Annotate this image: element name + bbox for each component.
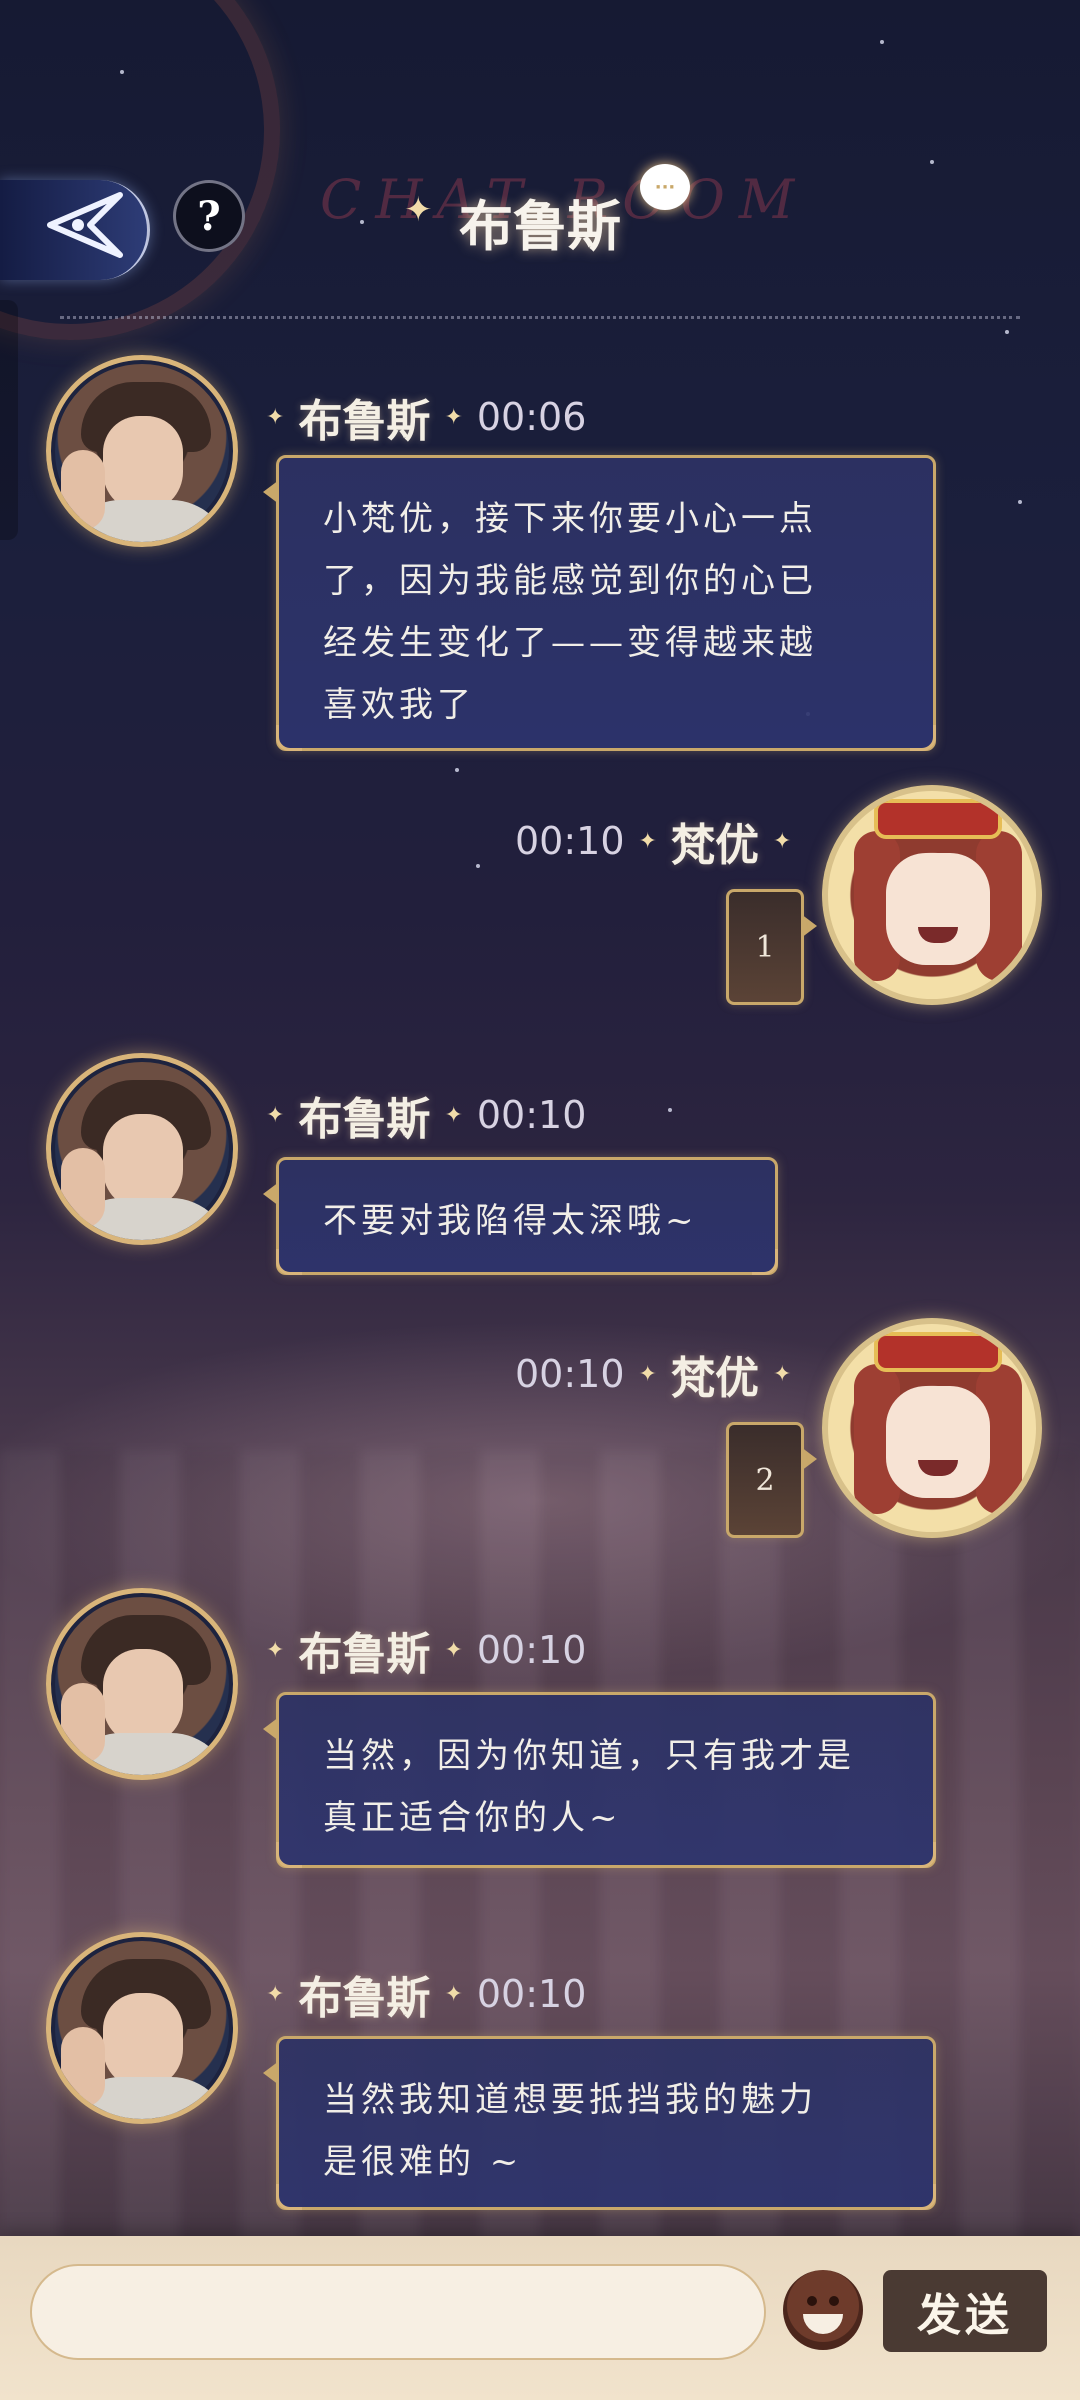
sender-name: 布鲁斯: [298, 1973, 431, 2024]
message-bubble[interactable]: 当然我知道想要抵挡我的魅力 是很难的 ~: [263, 2036, 936, 2210]
emoji-icon: [807, 2296, 817, 2306]
star: [120, 70, 124, 74]
sender-name: 布鲁斯: [298, 1629, 431, 1680]
sparkle-icon: ✦: [444, 1981, 463, 2007]
star: [476, 864, 480, 868]
sparkle-icon: ✦: [772, 828, 792, 854]
message-bubble[interactable]: 不要对我陷得太深哦~: [263, 1157, 778, 1275]
message-line: 当然，因为你知道，只有我才是: [323, 1736, 855, 1776]
sparkle-icon: ✦: [266, 1102, 285, 1128]
message-bubble[interactable]: 当然，因为你知道，只有我才是 真正适合你的人~: [263, 1692, 936, 1868]
sparkle-icon: ✦: [638, 1361, 657, 1387]
message-time: 00:06: [476, 395, 587, 439]
sparkle-icon: ✦: [444, 1102, 463, 1128]
message-meta: 00:10 ✦ 梵优 ✦: [515, 1342, 791, 1406]
message-bubble[interactable]: 2: [726, 1422, 817, 1538]
chat-header: ? CHAT ROOM ✦ 布鲁斯 ···: [0, 150, 1080, 319]
header-divider: [60, 316, 1020, 319]
message-line: 喜欢我了: [323, 685, 475, 725]
message-meta: 00:10 ✦ 梵优 ✦: [515, 809, 791, 873]
avatar[interactable]: [46, 1053, 238, 1245]
message-time: 00:10: [515, 819, 625, 863]
emoji-button[interactable]: [783, 2270, 863, 2350]
sender-name: 布鲁斯: [298, 1094, 431, 1145]
message-line: 不要对我陷得太深哦~: [323, 1201, 698, 1241]
message-meta: ✦ 布鲁斯 ✦ 00:06: [266, 385, 586, 449]
message-line: 小梵优，接下来你要小心一点: [323, 499, 817, 539]
send-button[interactable]: 发送: [883, 2270, 1047, 2352]
sparkle-icon: ✦: [266, 1637, 285, 1663]
message-line: 真正适合你的人~: [323, 1798, 622, 1838]
star: [1018, 500, 1022, 504]
user-avatar[interactable]: [822, 785, 1042, 1005]
sparkle-icon: ✦: [266, 1981, 285, 2007]
sparkle-icon: ✦: [266, 404, 285, 430]
star: [668, 1108, 672, 1112]
sender-name: 布鲁斯: [298, 396, 431, 447]
message-line: 经发生变化了——变得越来越: [323, 623, 817, 663]
user-avatar[interactable]: [822, 1318, 1042, 1538]
sparkle-icon: ✦: [772, 1361, 792, 1387]
message-meta: ✦ 布鲁斯 ✦ 00:10: [266, 1618, 586, 1682]
message-line: 了，因为我能感觉到你的心已: [323, 561, 817, 601]
message-bubble[interactable]: 小梵优，接下来你要小心一点 了，因为我能感觉到你的心已 经发生变化了——变得越来…: [263, 455, 936, 751]
message-time: 00:10: [476, 1093, 587, 1137]
message-line: 当然我知道想要抵挡我的魅力: [323, 2080, 817, 2120]
star: [455, 768, 459, 772]
back-arrow-icon: [47, 192, 123, 258]
message-time: 00:10: [515, 1352, 625, 1396]
message-bubble[interactable]: 1: [726, 889, 817, 1005]
message-time: 00:10: [476, 1628, 587, 1672]
avatar[interactable]: [46, 1932, 238, 2124]
message-input[interactable]: [30, 2264, 766, 2360]
sender-name: 梵优: [670, 1353, 759, 1404]
input-bar: 发送: [0, 2236, 1080, 2400]
side-tab: [0, 300, 18, 540]
sparkle-icon: ✦: [444, 404, 463, 430]
message-meta: ✦ 布鲁斯 ✦ 00:10: [266, 1962, 586, 2026]
message-line: 是很难的 ~: [323, 2142, 523, 2182]
star: [880, 40, 884, 44]
page-title: 布鲁斯: [459, 195, 621, 258]
sparkle-icon: ✦: [444, 1637, 463, 1663]
chat-bubble-icon: ···: [640, 164, 690, 210]
avatar[interactable]: [46, 1588, 238, 1780]
message-time: 00:10: [476, 1972, 587, 2016]
sender-name: 梵优: [670, 820, 759, 871]
star: [1005, 330, 1009, 334]
sparkle-icon: ✦: [638, 828, 657, 854]
message-meta: ✦ 布鲁斯 ✦ 00:10: [266, 1083, 586, 1147]
avatar[interactable]: [46, 355, 238, 547]
